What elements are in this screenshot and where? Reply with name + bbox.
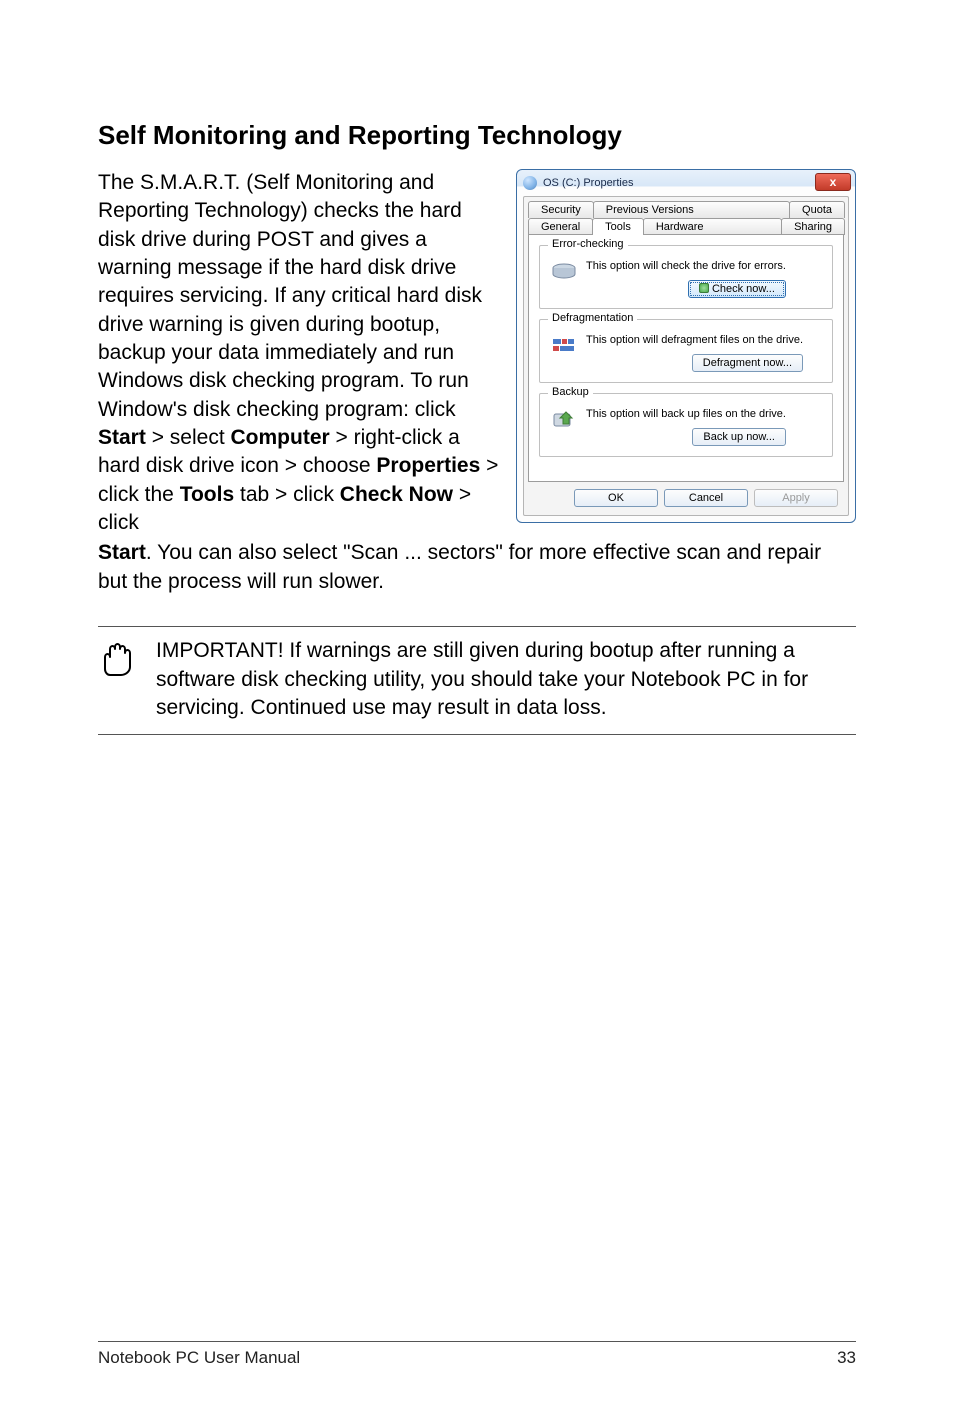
page-footer: Notebook PC User Manual 33 [98, 1341, 856, 1368]
body-post: . You can also select "Scan ... sectors"… [98, 541, 821, 592]
body-text: The S.M.A.R.T. (Self Monitoring and Repo… [98, 169, 500, 537]
kw-checknow: Check Now [340, 483, 453, 506]
important-callout: IMPORTANT! If warnings are still given d… [98, 626, 856, 735]
kw-start-2: Start [98, 541, 146, 564]
t4: tab > click [234, 483, 340, 506]
tab-quota[interactable]: Quota [789, 201, 845, 218]
group-title-backup: Backup [548, 386, 593, 398]
body-continuation: Start. You can also select "Scan ... sec… [98, 539, 856, 596]
drive-icon [523, 176, 537, 190]
tab-tools[interactable]: Tools [592, 218, 644, 235]
kw-computer: Computer [231, 426, 330, 449]
dialog-title: OS (C:) Properties [543, 177, 633, 189]
hand-stop-icon [98, 639, 138, 679]
cancel-button[interactable]: Cancel [664, 489, 748, 507]
important-text: IMPORTANT! If warnings are still given d… [156, 637, 856, 722]
defrag-text: This option will defragment files on the… [586, 334, 803, 346]
tab-security[interactable]: Security [528, 201, 594, 218]
t1: > select [146, 426, 231, 449]
error-text: This option will check the drive for err… [586, 260, 786, 272]
properties-dialog: OS (C:) Properties x Security Previous V… [516, 169, 856, 523]
tab-general[interactable]: General [528, 218, 593, 235]
group-title-error: Error-checking [548, 238, 628, 250]
check-now-label: Check now... [712, 283, 775, 295]
tab-sharing[interactable]: Sharing [781, 218, 845, 235]
tab-previous-versions[interactable]: Previous Versions [593, 201, 790, 218]
disk-error-icon [550, 260, 578, 284]
group-title-defrag: Defragmentation [548, 312, 637, 324]
kw-start: Start [98, 426, 146, 449]
backup-icon [550, 408, 578, 432]
defrag-icon [550, 334, 578, 358]
ok-button[interactable]: OK [574, 489, 658, 507]
body-pre: The S.M.A.R.T. (Self Monitoring and Repo… [98, 171, 482, 421]
close-button[interactable]: x [815, 173, 851, 191]
shield-icon [699, 283, 709, 293]
section-heading: Self Monitoring and Reporting Technology [98, 120, 856, 151]
apply-button[interactable]: Apply [754, 489, 838, 507]
group-error-checking: Error-checking This option will check th… [539, 245, 833, 309]
check-now-button[interactable]: Check now... [688, 280, 786, 298]
tab-hardware[interactable]: Hardware [643, 218, 782, 235]
kw-properties: Properties [376, 454, 480, 477]
dialog-titlebar: OS (C:) Properties x [517, 170, 855, 196]
back-up-now-button[interactable]: Back up now... [692, 428, 786, 446]
footer-page-number: 33 [837, 1348, 856, 1368]
group-defragmentation: Defragmentation This option will defragm… [539, 319, 833, 383]
defragment-now-button[interactable]: Defragment now... [692, 354, 803, 372]
footer-left: Notebook PC User Manual [98, 1348, 300, 1368]
backup-text: This option will back up files on the dr… [586, 408, 786, 420]
group-backup: Backup This option will back up files on… [539, 393, 833, 457]
kw-tools: Tools [180, 483, 234, 506]
